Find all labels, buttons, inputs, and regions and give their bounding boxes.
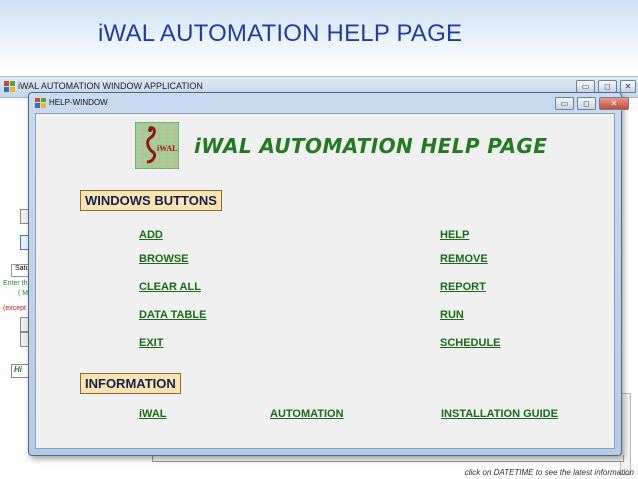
help-link-add[interactable]: ADD xyxy=(139,229,163,241)
help-maximize-button[interactable]: ◻ xyxy=(577,97,596,110)
help-window: HELP-WINDOW ▭ ◻ ✕ iWAL iWAL AUTOMATION H… xyxy=(28,92,629,456)
app-warning-text: (except xyxy=(3,305,26,312)
help-link-data-table[interactable]: DATA TABLE xyxy=(139,309,206,321)
help-close-button[interactable]: ✕ xyxy=(599,97,629,110)
windows-buttons-section: WINDOWS BUTTONS xyxy=(80,190,222,211)
iwal-logo: iWAL xyxy=(135,122,179,169)
help-link-run[interactable]: RUN xyxy=(440,309,464,321)
info-link-automation[interactable]: AUTOMATION xyxy=(270,408,344,420)
info-link-installation-guide[interactable]: INSTALLATION GUIDE xyxy=(441,408,558,420)
slide-title: iWAL AUTOMATION HELP PAGE xyxy=(98,20,463,47)
help-link-report[interactable]: REPORT xyxy=(440,281,486,293)
help-window-controls: ▭ ◻ ✕ xyxy=(555,97,629,110)
information-section: INFORMATION xyxy=(80,373,181,394)
help-link-clear-all[interactable]: CLEAR ALL xyxy=(139,281,201,293)
help-window-icon xyxy=(35,98,46,108)
help-window-title: HELP-WINDOW xyxy=(49,98,108,107)
help-content: iWAL iWAL AUTOMATION HELP PAGE WINDOWS B… xyxy=(35,113,615,449)
info-link-iwal[interactable]: iWAL xyxy=(139,408,167,420)
help-link-browse[interactable]: BROWSE xyxy=(139,253,189,265)
help-titlebar: HELP-WINDOW ▭ ◻ ✕ xyxy=(29,93,629,112)
app-close-button[interactable]: ✕ xyxy=(620,80,636,93)
datetime-note: click on DATETIME to see the latest info… xyxy=(464,468,634,477)
app-content-panel xyxy=(152,455,624,462)
app-window-title: iWAL AUTOMATION WINDOW APPLICATION xyxy=(18,81,203,91)
help-page-header: iWAL AUTOMATION HELP PAGE xyxy=(194,134,548,158)
help-link-help[interactable]: HELP xyxy=(440,229,469,241)
logo-text: iWAL xyxy=(157,144,177,153)
app-left-panel: Satu Enter th ( M (except Hi xyxy=(0,98,34,479)
help-link-remove[interactable]: REMOVE xyxy=(440,253,488,265)
app-icon xyxy=(4,81,15,92)
app-hint-text-1: Enter th xyxy=(3,280,28,287)
help-link-exit[interactable]: EXIT xyxy=(139,337,163,349)
app-hint-text-2: ( M xyxy=(18,290,29,297)
help-minimize-button[interactable]: ▭ xyxy=(555,97,574,110)
help-link-schedule[interactable]: SCHEDULE xyxy=(440,337,501,349)
